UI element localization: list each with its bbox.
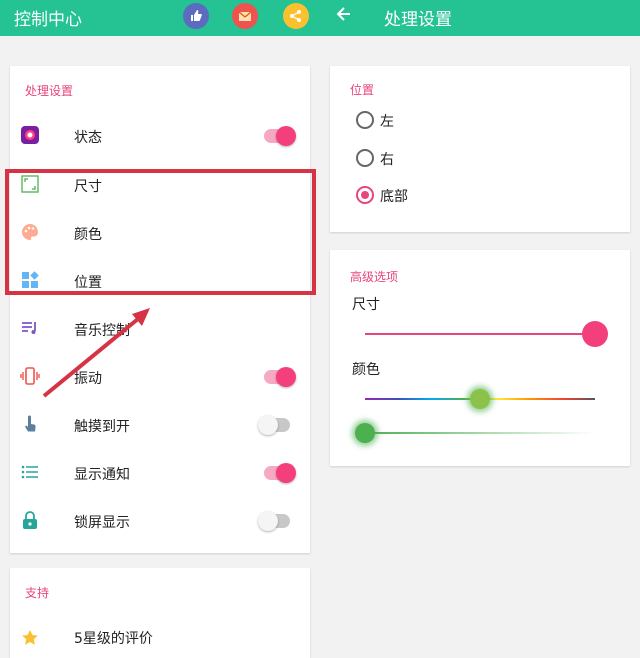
thumbs-up-icon[interactable] [183, 3, 209, 29]
notification-toggle[interactable] [264, 463, 296, 483]
size-slider-thumb[interactable] [582, 321, 608, 347]
support-title: 支持 [25, 586, 50, 600]
row-label: 锁屏显示 [74, 515, 130, 531]
status-toggle[interactable] [264, 126, 296, 146]
advanced-card-title: 高级选项 [350, 270, 399, 284]
position-card [330, 66, 630, 232]
row-label: 显示通知 [74, 467, 130, 483]
music-icon [20, 318, 40, 338]
settings-title: 处理设置 [384, 10, 452, 30]
vibrate-icon [20, 366, 40, 386]
radio-right-button[interactable] [356, 149, 374, 167]
radio-bottom-label: 底部 [380, 189, 408, 205]
highlight-box [5, 169, 316, 295]
row-label: 状态 [74, 130, 102, 146]
radio-bottom-button[interactable] [356, 186, 374, 204]
app-title: 控制中心 [14, 10, 82, 30]
share-icon[interactable] [283, 3, 309, 29]
alpha-slider[interactable] [365, 432, 595, 434]
mail-icon[interactable] [232, 3, 258, 29]
rate-label: 5星级的评价 [74, 631, 153, 647]
hue-slider-thumb[interactable] [470, 389, 490, 409]
color-slider-label: 颜色 [352, 362, 380, 378]
section-title: 处理设置 [25, 84, 74, 98]
top-app-bar: 控制中心 处理设置 [0, 0, 640, 36]
radio-left-label: 左 [380, 114, 394, 130]
size-slider-label: 尺寸 [352, 297, 380, 313]
star-icon [20, 628, 40, 648]
radio-left-button[interactable] [356, 111, 374, 129]
status-icon [20, 125, 40, 145]
vibrate-toggle[interactable] [264, 367, 296, 387]
alpha-slider-thumb[interactable] [355, 423, 375, 443]
lock-icon [20, 510, 40, 530]
annotation-arrow [42, 308, 150, 398]
back-arrow-icon[interactable] [334, 4, 354, 28]
row-label: 触摸到开 [74, 419, 130, 435]
position-card-title: 位置 [350, 83, 375, 97]
radio-right-label: 右 [380, 152, 394, 168]
touch-toggle[interactable] [258, 415, 290, 435]
lockscreen-toggle[interactable] [258, 511, 290, 531]
list-icon [20, 462, 40, 482]
support-card [10, 568, 310, 658]
touch-icon [20, 414, 40, 434]
size-slider[interactable] [365, 333, 595, 335]
